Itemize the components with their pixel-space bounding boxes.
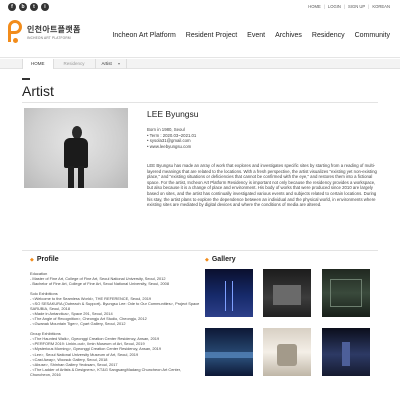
instagram-icon[interactable]: i (41, 3, 49, 11)
list-item: - <Gwanak Mountain Tiger>, Cyart Gallery… (30, 321, 126, 327)
breadcrumb-residency[interactable]: Residency (54, 59, 96, 69)
artist-info: Born in 1980, Seoul • Term : 2020.03~202… (147, 127, 196, 149)
list-item: - <SO SESAKURA (Outreach & Support)- Byu… (30, 301, 200, 312)
artist-bio: LEE Byungsu has made an array of work th… (147, 163, 377, 208)
gallery-thumbnail[interactable] (322, 328, 370, 376)
facebook-icon[interactable]: f (8, 3, 16, 11)
title-accent (22, 78, 30, 80)
artist-photo (24, 108, 128, 188)
blog-icon[interactable]: b (19, 3, 27, 11)
nav-incheon-art-platform[interactable]: Incheon Art Platform (112, 32, 175, 39)
profile-list: Education - Master of Fine Art, College … (30, 271, 200, 382)
signup-link[interactable]: SIGN UP (348, 4, 365, 9)
gallery-thumbnail[interactable] (322, 269, 370, 317)
nav-resident-project[interactable]: Resident Project (186, 32, 237, 39)
logo-korean: 인천아트플랫폼 (27, 25, 81, 34)
breadcrumb-artist-dropdown[interactable]: Artist (96, 59, 127, 69)
artist-website[interactable]: • www.leebyungsu.com (147, 144, 196, 150)
gallery-thumbnail[interactable] (263, 328, 311, 376)
nav-event[interactable]: Event (247, 32, 265, 39)
list-item: - Bachelor of Fine Art, College of Fine … (30, 281, 169, 287)
solo-exhibitions-group: Solo Exhibitions - <Welcome to the Seaml… (30, 291, 200, 327)
gallery-thumbnail[interactable] (205, 328, 253, 376)
divider (22, 102, 378, 103)
bullet-icon: ◆ (205, 256, 209, 263)
main-nav: Incheon Art Platform Resident Project Ev… (112, 32, 390, 39)
profile-heading: ◆ Profile (30, 256, 59, 263)
divider: | (368, 4, 370, 9)
login-link[interactable]: LOGIN (328, 4, 341, 9)
top-bar: f b t i HOME | LOGIN | SIGN UP | KOREAN (0, 0, 400, 14)
education-group: Education - Master of Fine Art, College … (30, 271, 200, 286)
artist-email[interactable]: • sysola31@gmail.com (147, 138, 196, 144)
language-link[interactable]: KOREAN (372, 4, 390, 9)
artist-name: LEE Byungsu (147, 109, 199, 119)
group-exhibitions-group: Group Exhibitions - <The Haunted Walk>, … (30, 331, 200, 377)
list-item: - <The Ladder of Artists & Designers>, K… (30, 366, 181, 377)
logo-mark (8, 20, 24, 48)
gallery-thumbnail[interactable] (263, 269, 311, 317)
home-link[interactable]: HOME (308, 4, 321, 9)
breadcrumb-artist-label: Artist (101, 61, 112, 66)
twitter-icon[interactable]: t (30, 3, 38, 11)
breadcrumb-home[interactable]: HOME (22, 59, 54, 69)
profile-heading-label: Profile (36, 256, 59, 263)
logo-english: INCHEON ART PLATFORM (27, 36, 71, 40)
chevron-down-icon (117, 63, 120, 65)
breadcrumb: HOME Residency Artist (0, 59, 400, 69)
gallery-thumbnail[interactable] (205, 269, 253, 317)
divider (22, 250, 378, 251)
utility-nav: HOME | LOGIN | SIGN UP | KOREAN (308, 4, 390, 9)
site-logo[interactable]: 인천아트플랫폼 INCHEON ART PLATFORM (8, 20, 81, 48)
bullet-icon: ◆ (30, 256, 34, 263)
divider: | (323, 4, 325, 9)
nav-community[interactable]: Community (355, 32, 390, 39)
divider: | (343, 4, 345, 9)
gallery-heading: ◆ Gallery (205, 256, 236, 263)
nav-archives[interactable]: Archives (275, 32, 302, 39)
nav-residency[interactable]: Residency (312, 32, 345, 39)
social-links: f b t i (8, 3, 49, 11)
page-title: Artist (22, 83, 54, 99)
gallery-heading-label: Gallery (211, 256, 236, 263)
site-header: 인천아트플랫폼 INCHEON ART PLATFORM Incheon Art… (0, 14, 400, 58)
